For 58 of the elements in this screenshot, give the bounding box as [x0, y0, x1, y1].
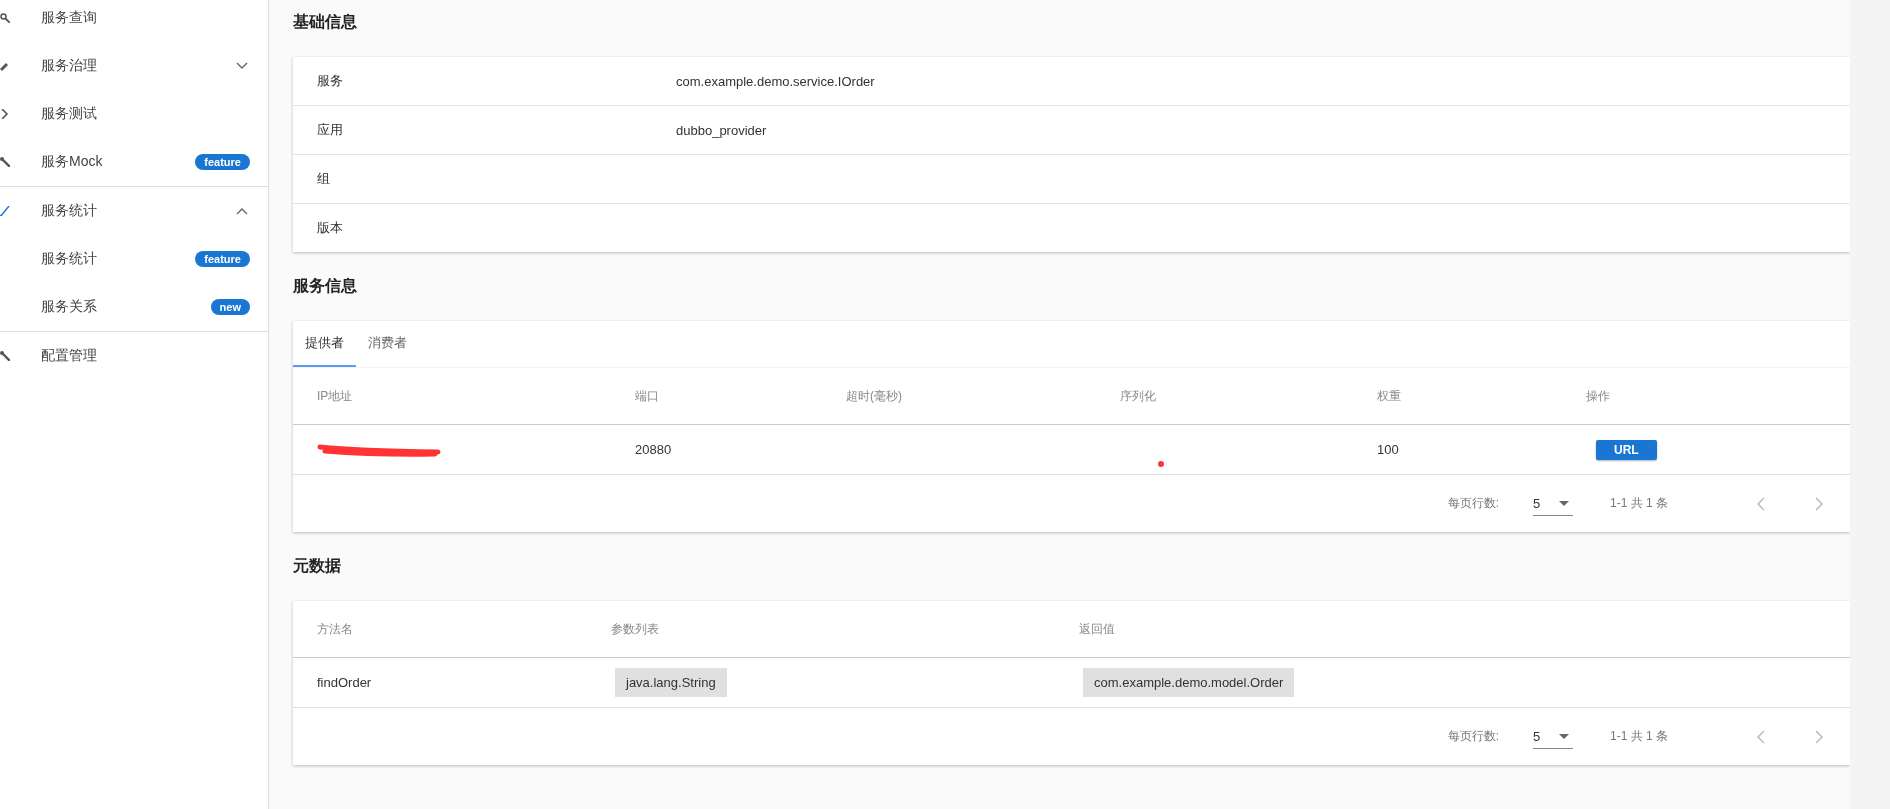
tab[interactable]: 提供者 [293, 321, 356, 367]
type-chip: com.example.demo.model.Order [1083, 668, 1295, 697]
search-icon [0, 13, 10, 23]
column-header: 参数列表 [611, 620, 660, 638]
caret-icon [1558, 733, 1569, 739]
column-header: 方法名 [317, 620, 354, 638]
badge: new [210, 299, 250, 315]
field-value: com.example.demo.service.IOrder [676, 73, 876, 89]
table-cell-text: 100 [1377, 442, 1400, 457]
check-icon [0, 206, 10, 216]
sidebar-item[interactable]: 服务统计 [0, 187, 268, 235]
badge: feature [195, 251, 250, 267]
section-title: 基础信息 [293, 12, 358, 30]
column-header: 序列化 [1120, 387, 1157, 405]
field-label: 版本 [317, 219, 344, 237]
table-cell-text: 20880 [635, 442, 673, 457]
type-chip: java.lang.String [615, 668, 727, 697]
column-header: 超时(毫秒) [846, 387, 903, 405]
page-range: 1-1 共 1 条 [1609, 495, 1668, 512]
pencil-icon [0, 61, 10, 71]
field-label: 服务 [317, 72, 344, 90]
section-title: 元数据 [293, 556, 342, 574]
sidebar-item[interactable]: 服务治理 [0, 42, 268, 90]
column-header: 权重 [1377, 387, 1402, 405]
table-cell-text: findOrder [317, 675, 373, 690]
sidebar-item[interactable]: 配置管理 [0, 332, 268, 380]
field-label: 组 [317, 170, 331, 188]
wrench-icon [0, 351, 10, 361]
chevron-left-icon [1756, 728, 1766, 745]
sidebar-item[interactable]: 服务关系 new [0, 283, 268, 331]
column-header: 操作 [1586, 387, 1611, 405]
chevron-right-icon [1814, 728, 1824, 745]
sidebar-item[interactable]: 服务统计 feature [0, 235, 268, 283]
column-header: 端口 [635, 387, 660, 405]
chevron-up-icon [236, 207, 248, 215]
rows-per-page-label: 每页行数: [1447, 728, 1499, 745]
sidebar-item[interactable]: 服务查询 [0, 0, 268, 42]
badge: feature [195, 154, 250, 170]
field-label: 应用 [317, 121, 344, 139]
chevron-right-icon [1814, 495, 1824, 512]
chevron-down-icon [236, 62, 248, 70]
sidebar-item[interactable]: 服务Mock feature [0, 138, 268, 186]
chevron-left-icon [1756, 495, 1766, 512]
column-header: 返回值 [1079, 620, 1116, 638]
rows-per-page-label: 每页行数: [1447, 495, 1499, 512]
tab[interactable]: 消费者 [356, 321, 419, 367]
wrench-icon [0, 157, 10, 167]
page-range: 1-1 共 1 条 [1609, 728, 1668, 745]
chevron-right-icon [0, 109, 10, 119]
caret-icon [1558, 500, 1569, 506]
field-value: dubbo_provider [676, 122, 768, 138]
url-button[interactable]: URL [1596, 439, 1657, 460]
column-header: IP地址 [317, 387, 354, 405]
section-title: 服务信息 [293, 276, 358, 294]
stray-dot [1158, 460, 1164, 467]
rows-per-page-select[interactable]: 5 [1532, 491, 1573, 516]
sidebar-item[interactable]: 服务测试 [0, 90, 268, 138]
rows-per-page-select[interactable]: 5 [1532, 724, 1573, 749]
